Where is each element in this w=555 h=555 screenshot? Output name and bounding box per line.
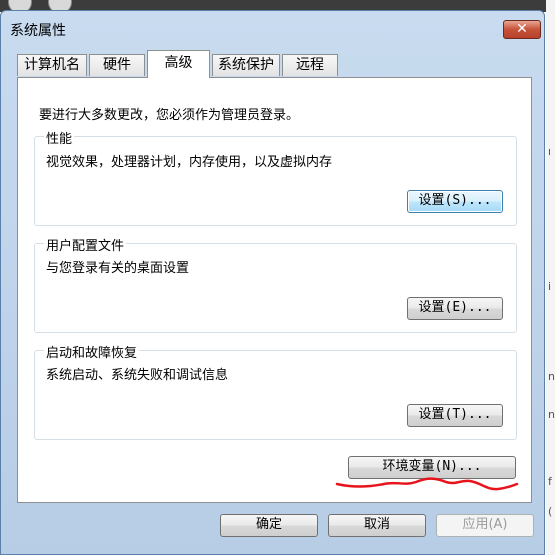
- background-window-edge: ıin n f(: [546, 0, 555, 555]
- startup-recovery-label: 启动和故障恢复: [44, 342, 140, 361]
- tab-hardware[interactable]: 硬件: [89, 54, 145, 76]
- startup-recovery-description: 系统启动、系统失败和调试信息: [46, 368, 229, 383]
- tab-remote[interactable]: 远程: [282, 54, 338, 76]
- apply-button[interactable]: 应用(A): [436, 514, 534, 537]
- startup-recovery-settings-button[interactable]: 设置(T)...: [407, 404, 503, 427]
- user-profiles-description: 与您登录有关的桌面设置: [46, 261, 190, 276]
- system-properties-dialog: 系统属性 ✕ 计算机名 硬件 高级 系统保护 远程 要进行大多数更改，您必须作为…: [0, 10, 545, 555]
- squiggle-stroke: [335, 477, 519, 491]
- performance-description: 视觉效果，处理器计划，内存使用，以及虚拟内存: [46, 155, 333, 170]
- startup-recovery-group: 启动和故障恢复 系统启动、系统失败和调试信息 设置(T)...: [34, 342, 517, 440]
- user-profiles-group: 用户配置文件 与您登录有关的桌面设置 设置(E)...: [34, 235, 517, 333]
- user-profiles-label: 用户配置文件: [44, 235, 127, 254]
- tab-system-protection[interactable]: 系统保护: [212, 54, 280, 76]
- close-button[interactable]: ✕: [503, 20, 541, 39]
- cancel-button[interactable]: 取消: [328, 514, 426, 537]
- tab-computer-name[interactable]: 计算机名: [17, 54, 87, 76]
- admin-notice: 要进行大多数更改，您必须作为管理员登录。: [39, 108, 300, 123]
- ok-button[interactable]: 确定: [220, 514, 318, 537]
- performance-label: 性能: [44, 128, 75, 147]
- performance-settings-button[interactable]: 设置(S)...: [407, 190, 503, 213]
- user-profiles-settings-button[interactable]: 设置(E)...: [407, 297, 503, 320]
- red-annotation-squiggle: [335, 477, 519, 491]
- advanced-tab-panel: 要进行大多数更改，您必须作为管理员登录。 性能 视觉效果，处理器计划，内存使用，…: [17, 77, 532, 503]
- performance-group: 性能 视觉效果，处理器计划，内存使用，以及虚拟内存 设置(S)...: [34, 128, 517, 226]
- dialog-title: 系统属性: [10, 23, 66, 39]
- tab-advanced[interactable]: 高级: [147, 50, 210, 78]
